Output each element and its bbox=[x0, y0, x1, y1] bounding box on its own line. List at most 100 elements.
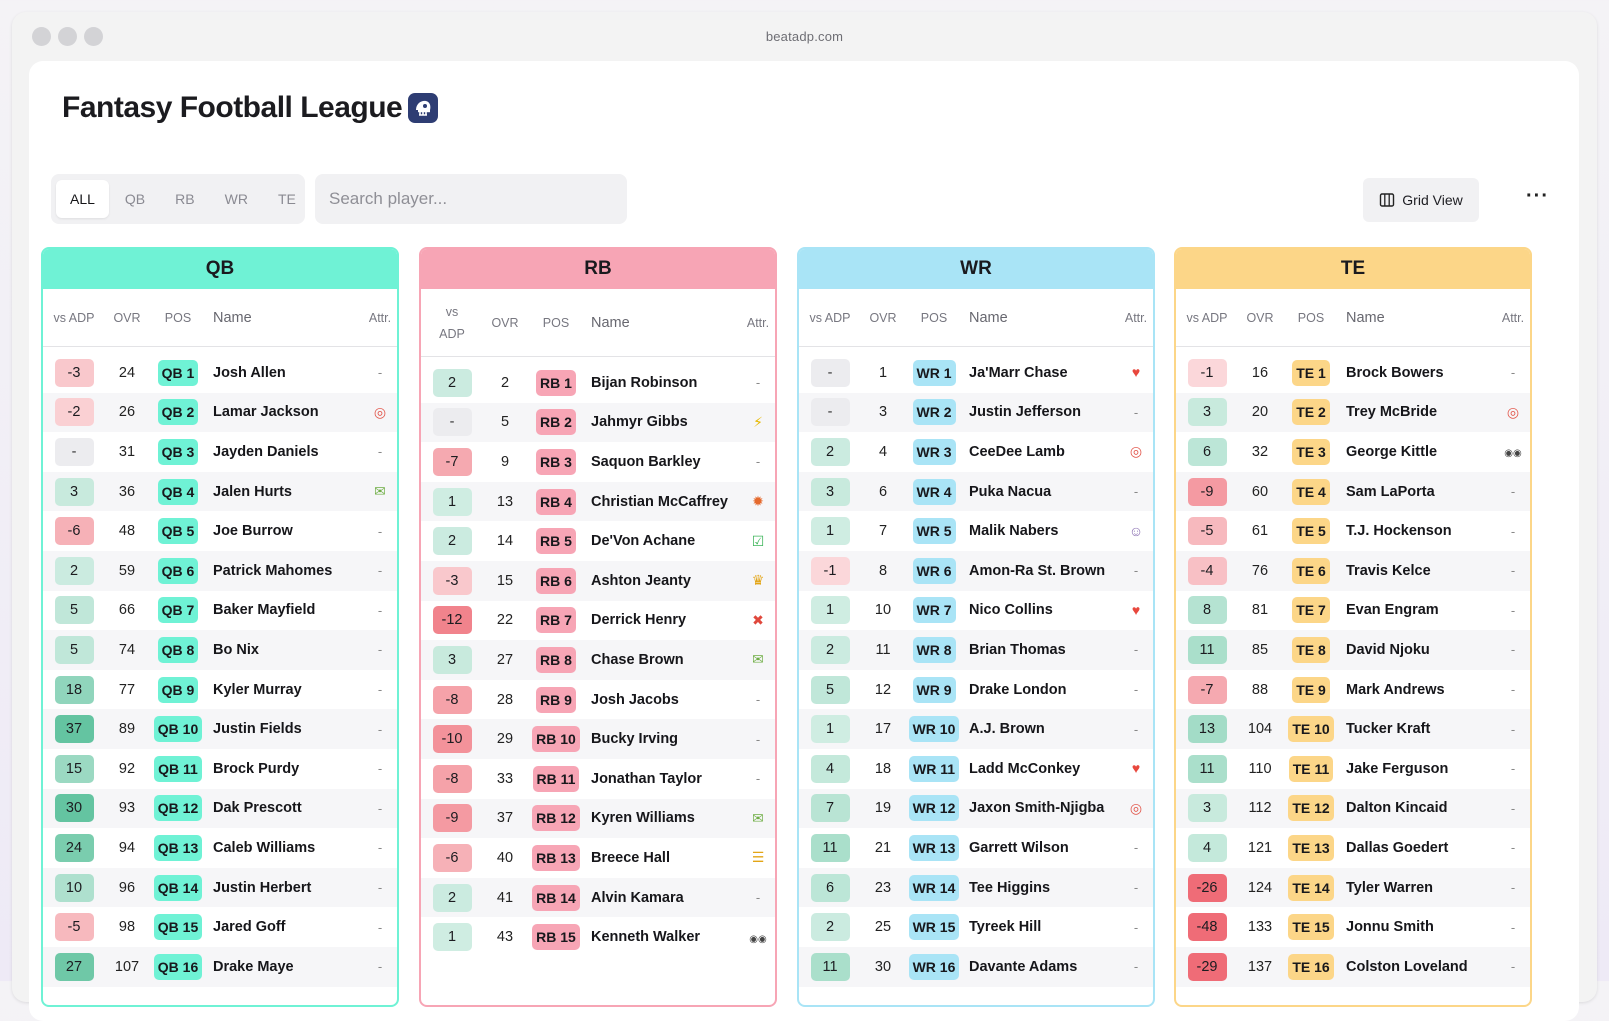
player-row[interactable]: 2 25 WR 15 Tyreek Hill - bbox=[799, 907, 1153, 947]
player-row[interactable]: 3 36 QB 4 Jalen Hurts ✉ bbox=[43, 471, 397, 512]
player-row[interactable]: 1 7 WR 5 Malik Nabers ☺ bbox=[799, 511, 1153, 551]
player-name[interactable]: Brock Purdy bbox=[207, 761, 363, 777]
player-row[interactable]: -5 61 TE 5 T.J. Hockenson - bbox=[1176, 511, 1530, 551]
header-pos[interactable]: POS bbox=[527, 316, 585, 330]
player-row[interactable]: -3 24 QB 1 Josh Allen - bbox=[43, 353, 397, 393]
player-row[interactable]: -1 8 WR 6 Amon-Ra St. Brown - bbox=[799, 550, 1153, 591]
header-name[interactable]: Name bbox=[207, 310, 363, 326]
player-name[interactable]: Jahmyr Gibbs bbox=[585, 414, 741, 430]
player-name[interactable]: Bijan Robinson bbox=[585, 375, 741, 391]
player-name[interactable]: Jalen Hurts bbox=[207, 484, 363, 500]
player-name[interactable]: Patrick Mahomes bbox=[207, 563, 363, 579]
player-row[interactable]: 7 19 WR 12 Jaxon Smith-Njigba ◎ bbox=[799, 788, 1153, 829]
player-name[interactable]: Lamar Jackson bbox=[207, 404, 363, 420]
player-row[interactable]: 5 66 QB 7 Baker Mayfield - bbox=[43, 591, 397, 631]
player-name[interactable]: Kenneth Walker bbox=[585, 929, 741, 945]
player-row[interactable]: -7 88 TE 9 Mark Andrews - bbox=[1176, 670, 1530, 710]
player-row[interactable]: -6 40 RB 13 Breece Hall ☰ bbox=[421, 838, 775, 878]
tab-all[interactable]: ALL bbox=[56, 180, 109, 218]
more-options-button[interactable]: ··· bbox=[1526, 185, 1549, 208]
player-row[interactable]: 3 6 WR 4 Puka Nacua - bbox=[799, 471, 1153, 512]
player-name[interactable]: Travis Kelce bbox=[1340, 563, 1496, 579]
player-row[interactable]: -7 9 RB 3 Saquon Barkley - bbox=[421, 442, 775, 482]
player-row[interactable]: 2 59 QB 6 Patrick Mahomes - bbox=[43, 550, 397, 591]
player-row[interactable]: -3 15 RB 6 Ashton Jeanty ♛ bbox=[421, 560, 775, 601]
header-pos[interactable]: POS bbox=[905, 311, 963, 325]
player-name[interactable]: Puka Nacua bbox=[963, 484, 1119, 500]
player-row[interactable]: 3 27 RB 8 Chase Brown ✉ bbox=[421, 640, 775, 680]
player-name[interactable]: Alvin Kamara bbox=[585, 890, 741, 906]
player-row[interactable]: 10 96 QB 14 Justin Herbert - bbox=[43, 867, 397, 908]
player-name[interactable]: Justin Herbert bbox=[207, 880, 363, 896]
player-name[interactable]: Tyler Warren bbox=[1340, 880, 1496, 896]
tab-rb[interactable]: RB bbox=[161, 180, 208, 218]
player-name[interactable]: Dak Prescott bbox=[207, 800, 363, 816]
player-row[interactable]: 2 11 WR 8 Brian Thomas - bbox=[799, 630, 1153, 670]
player-row[interactable]: -9 37 RB 12 Kyren Williams ✉ bbox=[421, 798, 775, 839]
player-name[interactable]: Joe Burrow bbox=[207, 523, 363, 539]
player-name[interactable]: Saquon Barkley bbox=[585, 454, 741, 470]
player-row[interactable]: 2 2 RB 1 Bijan Robinson - bbox=[421, 363, 775, 403]
player-name[interactable]: Kyler Murray bbox=[207, 682, 363, 698]
header-ovr[interactable]: OVR bbox=[861, 311, 905, 325]
header-attr[interactable]: Attr. bbox=[1119, 311, 1153, 325]
player-row[interactable]: -2 26 QB 2 Lamar Jackson ◎ bbox=[43, 392, 397, 433]
player-name[interactable]: Justin Fields bbox=[207, 721, 363, 737]
header-adp[interactable]: vs ADP bbox=[421, 301, 483, 345]
player-name[interactable]: Brian Thomas bbox=[963, 642, 1119, 658]
player-row[interactable]: 2 41 RB 14 Alvin Kamara - bbox=[421, 877, 775, 918]
player-row[interactable]: 24 94 QB 13 Caleb Williams - bbox=[43, 828, 397, 868]
player-row[interactable]: -9 60 TE 4 Sam LaPorta - bbox=[1176, 471, 1530, 512]
search-input[interactable] bbox=[315, 174, 627, 224]
player-row[interactable]: 11 21 WR 13 Garrett Wilson - bbox=[799, 828, 1153, 868]
player-name[interactable]: Trey McBride bbox=[1340, 404, 1496, 420]
player-name[interactable]: Tucker Kraft bbox=[1340, 721, 1496, 737]
header-pos[interactable]: POS bbox=[149, 311, 207, 325]
player-row[interactable]: 5 12 WR 9 Drake London - bbox=[799, 670, 1153, 710]
player-name[interactable]: Bo Nix bbox=[207, 642, 363, 658]
header-adp[interactable]: vs ADP bbox=[1176, 311, 1238, 325]
player-name[interactable]: Baker Mayfield bbox=[207, 602, 363, 618]
tab-wr[interactable]: WR bbox=[211, 180, 262, 218]
player-name[interactable]: Dalton Kincaid bbox=[1340, 800, 1496, 816]
header-name[interactable]: Name bbox=[963, 310, 1119, 326]
header-ovr[interactable]: OVR bbox=[483, 316, 527, 330]
player-name[interactable]: Nico Collins bbox=[963, 602, 1119, 618]
player-name[interactable]: Christian McCaffrey bbox=[585, 494, 741, 510]
player-row[interactable]: 11 85 TE 8 David Njoku - bbox=[1176, 630, 1530, 670]
player-name[interactable]: Ashton Jeanty bbox=[585, 573, 741, 589]
player-name[interactable]: A.J. Brown bbox=[963, 721, 1119, 737]
header-attr[interactable]: Attr. bbox=[363, 311, 397, 325]
player-row[interactable]: 4 121 TE 13 Dallas Goedert - bbox=[1176, 828, 1530, 868]
player-row[interactable]: -3 WR 2 Justin Jefferson - bbox=[799, 392, 1153, 433]
header-adp[interactable]: vs ADP bbox=[799, 311, 861, 325]
player-row[interactable]: - 5 RB 2 Jahmyr Gibbs ⚡ bbox=[421, 402, 775, 443]
player-row[interactable]: 13 104 TE 10 Tucker Kraft - bbox=[1176, 709, 1530, 749]
header-name[interactable]: Name bbox=[1340, 310, 1496, 326]
player-name[interactable]: Chase Brown bbox=[585, 652, 741, 668]
player-name[interactable]: Davante Adams bbox=[963, 959, 1119, 975]
player-row[interactable]: -8 33 RB 11 Jonathan Taylor - bbox=[421, 759, 775, 799]
player-name[interactable]: David Njoku bbox=[1340, 642, 1496, 658]
player-row[interactable]: 1 13 RB 4 Christian McCaffrey ✹ bbox=[421, 481, 775, 522]
player-row[interactable]: - 1 WR 1 Ja'Marr Chase ♥ bbox=[799, 353, 1153, 393]
player-name[interactable]: Caleb Williams bbox=[207, 840, 363, 856]
player-row[interactable]: -12 22 RB 7 Derrick Henry ✖ bbox=[421, 601, 775, 641]
player-row[interactable]: -6 48 QB 5 Joe Burrow - bbox=[43, 511, 397, 551]
grid-view-button[interactable]: Grid View bbox=[1363, 178, 1479, 222]
player-name[interactable]: T.J. Hockenson bbox=[1340, 523, 1496, 539]
header-name[interactable]: Name bbox=[585, 315, 741, 331]
player-name[interactable]: Dallas Goedert bbox=[1340, 840, 1496, 856]
player-row[interactable]: 11 110 TE 11 Jake Ferguson - bbox=[1176, 749, 1530, 789]
player-row[interactable]: -1 16 TE 1 Brock Bowers - bbox=[1176, 353, 1530, 393]
player-name[interactable]: Jonnu Smith bbox=[1340, 919, 1496, 935]
player-name[interactable]: Tee Higgins bbox=[963, 880, 1119, 896]
header-pos[interactable]: POS bbox=[1282, 311, 1340, 325]
player-row[interactable]: 3 20 TE 2 Trey McBride ◎ bbox=[1176, 392, 1530, 433]
player-name[interactable]: Amon-Ra St. Brown bbox=[963, 563, 1119, 579]
player-row[interactable]: 8 81 TE 7 Evan Engram - bbox=[1176, 591, 1530, 631]
player-name[interactable]: Jake Ferguson bbox=[1340, 761, 1496, 777]
player-row[interactable]: 3 112 TE 12 Dalton Kincaid - bbox=[1176, 788, 1530, 829]
player-row[interactable]: 18 77 QB 9 Kyler Murray - bbox=[43, 670, 397, 710]
player-name[interactable]: De'Von Achane bbox=[585, 533, 741, 549]
